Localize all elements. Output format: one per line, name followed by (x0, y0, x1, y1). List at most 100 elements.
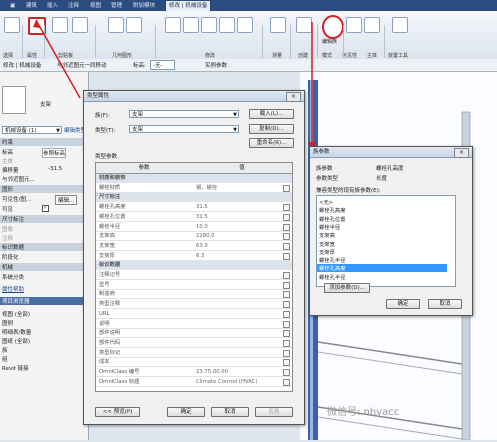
param-name: 螺栓孔高度 (99, 204, 126, 211)
param-name: 制造商 (99, 291, 115, 298)
fp-ok-button[interactable]: 确定 (386, 299, 420, 309)
cancel-button[interactable]: 取消 (211, 407, 249, 417)
family-select[interactable]: 支架 ▼ (129, 110, 239, 118)
associate-param-button[interactable] (283, 281, 290, 289)
param-value[interactable]: 6.3 (196, 252, 204, 260)
grid-param-row[interactable]: 型号 (96, 281, 292, 290)
param-name-value: 螺栓孔高度 (376, 166, 404, 172)
ok-button[interactable]: 确定 (167, 407, 205, 417)
associate-param-button[interactable] (283, 223, 290, 231)
existing-params-list[interactable]: <无> 螺栓孔高度 螺栓孔位置 螺栓半径 支架高 支架宽 支架厚 螺栓孔半径 螺栓孔高度 螺栓孔半… (316, 195, 456, 287)
param-name: 标识数据 (99, 262, 121, 269)
grid-param-row[interactable]: 支架高 2280.0 (96, 232, 292, 242)
type-params-label: 类型参数 (95, 154, 118, 160)
param-name: 部件代码 (99, 339, 121, 346)
associate-param-button[interactable] (283, 330, 290, 338)
rename-button[interactable]: 重命名(R)... (249, 138, 294, 148)
duplicate-button[interactable]: 复制(D)... (249, 124, 294, 134)
param-name: 支架厚 (99, 252, 115, 259)
family-param-item[interactable]: <无> (319, 198, 333, 206)
param-type-value: 长度 (376, 176, 388, 182)
param-name: 材质和装饰 (99, 175, 126, 181)
grid-param-row[interactable]: 螺栓孔位置 31.5 (96, 213, 292, 222)
type-label: 类型(T): (95, 128, 116, 134)
family-label: 族(F): (95, 113, 110, 119)
close-icon[interactable]: × (454, 148, 469, 158)
grid-param-row[interactable]: 制造商 (96, 290, 292, 300)
param-value[interactable]: 31.5 (196, 203, 208, 211)
param-type-label: 参数类型 (316, 176, 339, 182)
col-value: 值 (192, 163, 292, 174)
grid-param-row[interactable]: 类型注释 (96, 300, 292, 310)
type-properties-dialog: 类型属性 × 族(F): 支架 ▼ 载入(L)... 类型(T): 支架 ▼ 复制(… (83, 90, 305, 425)
preview-button[interactable]: << 预览(P) (95, 407, 140, 417)
grid-param-row[interactable]: 部件说明 (96, 329, 292, 339)
grid-param-row[interactable]: 支架宽 63.0 (96, 242, 292, 251)
associate-param-button[interactable] (283, 291, 290, 299)
associate-param-button[interactable] (283, 272, 290, 279)
associate-param-button[interactable] (283, 213, 290, 221)
param-name: 部件说明 (99, 330, 121, 337)
param-name: 螺栓孔位置 (99, 213, 126, 220)
grid-param-row[interactable]: URL (96, 310, 292, 319)
param-value[interactable]: 63.0 (196, 242, 208, 250)
associate-param-button[interactable] (283, 369, 290, 376)
associate-param-button[interactable] (283, 184, 290, 192)
associate-param-button[interactable] (283, 252, 290, 260)
family-param-item[interactable]: 支架宽 (319, 240, 335, 248)
family-param-item[interactable]: 螺栓孔半径 (319, 273, 346, 281)
apply-button[interactable]: 应用 (255, 407, 293, 417)
grid-param-row[interactable]: 成本 (96, 358, 292, 368)
grid-param-row[interactable]: 类型标记 (96, 349, 292, 358)
param-value[interactable]: Climate Control (HVAC) (196, 378, 258, 386)
associate-param-button[interactable] (283, 320, 290, 328)
associate-param-button[interactable] (283, 233, 290, 241)
family-param-item[interactable]: 螺栓孔高度 (317, 264, 447, 273)
associate-param-button[interactable] (283, 301, 290, 309)
param-name: 支架宽 (99, 242, 115, 249)
col-parameter: 参数 (96, 163, 192, 174)
param-value[interactable]: 31.5 (196, 213, 208, 221)
param-name: 螺栓半径 (99, 223, 121, 230)
grid-param-row[interactable]: OmniClass 编号 23.75.00.00 (96, 368, 292, 377)
grid-param-row[interactable]: 螺栓半径 10.0 (96, 223, 292, 232)
param-value[interactable]: 钢，螺栓 (196, 184, 217, 192)
param-value[interactable]: 10.0 (196, 223, 208, 231)
param-name: OmniClass 标题 (99, 378, 140, 385)
grid-param-row[interactable]: 支架厚 6.3 (96, 252, 292, 261)
grid-param-row[interactable]: OmniClass 标题 Climate Control (HVAC) (96, 378, 292, 387)
add-parameter-button[interactable]: 添加参数(D)... (324, 283, 370, 293)
family-param-item[interactable]: 支架厚 (319, 248, 335, 256)
family-param-item[interactable]: 螺栓孔位置 (319, 215, 346, 223)
associate-param-button[interactable] (283, 349, 290, 357)
param-value[interactable]: 23.75.00.00 (196, 368, 228, 376)
grid-section-row: 标识数据 (96, 261, 292, 271)
watermark: 微信号: nhvacc (327, 407, 400, 418)
associate-param-button[interactable] (283, 242, 290, 250)
param-name: 螺栓材质 (99, 184, 121, 191)
associate-param-button[interactable] (283, 359, 290, 367)
family-param-item[interactable]: 支架高 (319, 231, 335, 239)
grid-param-row[interactable]: 部件代码 (96, 339, 292, 348)
fp-cancel-button[interactable]: 取消 (428, 299, 462, 309)
param-value[interactable]: 2280.0 (196, 232, 215, 240)
type-select[interactable]: 支架 ▼ (129, 125, 239, 133)
grid-param-row[interactable]: 螺栓孔高度 31.5 (96, 203, 292, 213)
family-param-item[interactable]: 螺栓半径 (319, 223, 340, 231)
param-name: 支架高 (99, 233, 115, 240)
param-name: 型号 (99, 281, 110, 288)
grid-param-row[interactable]: 说明 (96, 320, 292, 329)
family-param-item[interactable]: 螺栓孔高度 (319, 206, 346, 214)
grid-param-row[interactable]: 注释记号 (96, 271, 292, 280)
close-icon[interactable]: × (286, 92, 301, 102)
grid-section-row: 材质和装饰 (96, 174, 292, 183)
existing-params-label: 兼容类型的现有族参数(E): (316, 188, 381, 194)
family-param-item[interactable]: 螺栓孔半径 (319, 256, 346, 264)
associate-param-button[interactable] (283, 378, 290, 386)
associate-param-button[interactable] (283, 339, 290, 347)
associate-param-button[interactable] (283, 310, 290, 318)
load-button[interactable]: 载入(L)... (249, 109, 294, 119)
grid-param-row[interactable]: 螺栓材质 钢，螺栓 (96, 184, 292, 193)
associate-param-button[interactable] (283, 204, 290, 212)
type-properties-title: 类型属性 (84, 91, 304, 102)
